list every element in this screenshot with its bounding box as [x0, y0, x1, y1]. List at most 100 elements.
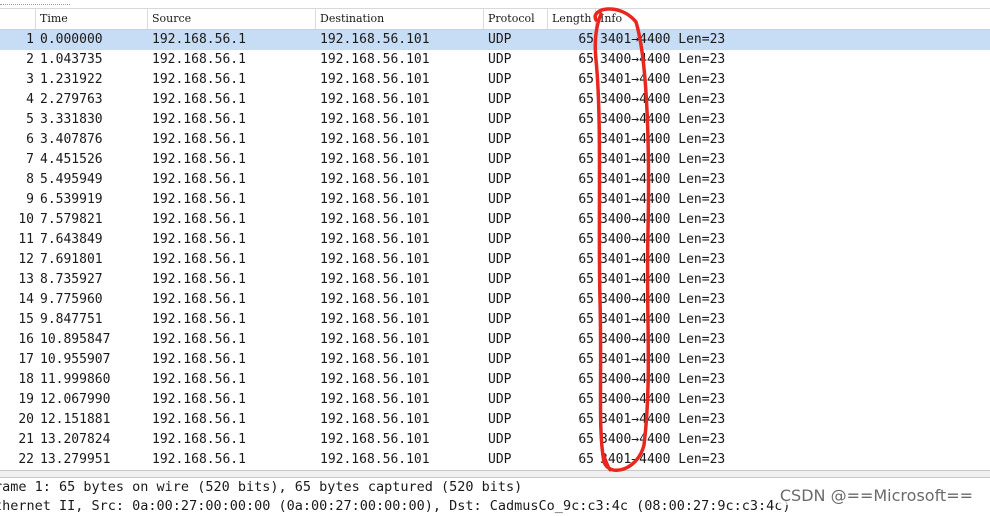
packet-length: 65 [578, 412, 594, 427]
packet-row[interactable]: 20 12.151881 192.168.56.1 192.168.56.101 UDP… [0, 410, 990, 430]
packet-row[interactable]: 15 9.847751 192.168.56.1 192.168.56.101 UDP 6… [0, 310, 990, 330]
packet-number: 3 [26, 72, 34, 87]
packet-number: 6 [26, 132, 34, 147]
column-header-info[interactable]: Info [596, 9, 990, 29]
packet-row[interactable]: 6 3.407876 192.168.56.1 192.168.56.101 UDP 65… [0, 130, 990, 150]
packet-info: 3401→4400 Len=23 [600, 172, 726, 187]
packet-number: 9 [26, 192, 34, 207]
packet-time: 7.691801 [40, 252, 103, 267]
packet-row[interactable]: 2 1.043735 192.168.56.1 192.168.56.101 UDP 65… [0, 50, 990, 70]
packet-length: 65 [578, 252, 594, 267]
packet-destination: 192.168.56.101 [320, 252, 430, 267]
packet-info: 3400→4400 Len=23 [600, 112, 726, 127]
packet-protocol: UDP [488, 72, 512, 87]
packet-protocol: UDP [488, 292, 512, 307]
packet-row[interactable]: 12 7.691801 192.168.56.1 192.168.56.101 UDP 6… [0, 250, 990, 270]
packet-row[interactable]: 8 5.495949 192.168.56.1 192.168.56.101 UDP 65… [0, 170, 990, 190]
packet-info: 3400→4400 Len=23 [600, 92, 726, 107]
packet-source: 192.168.56.1 [152, 72, 246, 87]
packet-number: 11 [18, 232, 34, 247]
packet-protocol: UDP [488, 52, 512, 67]
packet-info: 3400→4400 Len=23 [600, 432, 726, 447]
packet-source: 192.168.56.1 [152, 252, 246, 267]
packet-protocol: UDP [488, 252, 512, 267]
packet-length: 65 [578, 292, 594, 307]
packet-destination: 192.168.56.101 [320, 232, 430, 247]
packet-destination: 192.168.56.101 [320, 72, 430, 87]
packet-info: 3400→4400 Len=23 [600, 212, 726, 227]
packet-destination: 192.168.56.101 [320, 292, 430, 307]
packet-row[interactable]: 11 7.643849 192.168.56.1 192.168.56.101 UDP 6… [0, 230, 990, 250]
packet-row[interactable]: 1 0.000000 192.168.56.1 192.168.56.101 UDP 65… [0, 30, 990, 50]
packet-protocol: UDP [488, 112, 512, 127]
packet-row[interactable]: 7 4.451526 192.168.56.1 192.168.56.101 UDP 65… [0, 150, 990, 170]
packet-destination: 192.168.56.101 [320, 212, 430, 227]
packet-destination: 192.168.56.101 [320, 132, 430, 147]
packet-protocol: UDP [488, 432, 512, 447]
packet-number: 5 [26, 112, 34, 127]
packet-number: 10 [18, 212, 34, 227]
packet-info: 3401→4400 Len=23 [600, 252, 726, 267]
packet-row[interactable]: 21 13.207824 192.168.56.1 192.168.56.101 UDP… [0, 430, 990, 450]
packet-source: 192.168.56.1 [152, 432, 246, 447]
packet-row[interactable]: 10 7.579821 192.168.56.1 192.168.56.101 UDP 6… [0, 210, 990, 230]
packet-length: 65 [578, 372, 594, 387]
packet-source: 192.168.56.1 [152, 52, 246, 67]
packet-length: 65 [578, 172, 594, 187]
packet-source: 192.168.56.1 [152, 152, 246, 167]
packet-protocol: UDP [488, 412, 512, 427]
packet-info: 3401→4400 Len=23 [600, 32, 726, 47]
packet-protocol: UDP [488, 372, 512, 387]
packet-info: 3400→4400 Len=23 [600, 332, 726, 347]
packet-length: 65 [578, 92, 594, 107]
packet-destination: 192.168.56.101 [320, 352, 430, 367]
packet-destination: 192.168.56.101 [320, 192, 430, 207]
packet-source: 192.168.56.1 [152, 172, 246, 187]
packet-protocol: UDP [488, 132, 512, 147]
packet-row[interactable]: 22 13.279951 192.168.56.1 192.168.56.101 UDP… [0, 450, 990, 470]
packet-source: 192.168.56.1 [152, 392, 246, 407]
packet-time: 2.279763 [40, 92, 103, 107]
packet-row[interactable]: 4 2.279763 192.168.56.1 192.168.56.101 UDP 65… [0, 90, 990, 110]
packet-row[interactable]: 19 12.067990 192.168.56.1 192.168.56.101 UDP… [0, 390, 990, 410]
packet-source: 192.168.56.1 [152, 412, 246, 427]
column-header-protocol[interactable]: Protocol [484, 9, 548, 29]
packet-source: 192.168.56.1 [152, 92, 246, 107]
column-header-time[interactable]: Time [36, 9, 148, 29]
packet-time: 9.847751 [40, 312, 103, 327]
packet-source: 192.168.56.1 [152, 192, 246, 207]
column-header-destination[interactable]: Destination [316, 9, 484, 29]
packet-info: 3401→4400 Len=23 [600, 152, 726, 167]
packet-destination: 192.168.56.101 [320, 412, 430, 427]
packet-row[interactable]: 5 3.331830 192.168.56.1 192.168.56.101 UDP 65… [0, 110, 990, 130]
packet-number: 7 [26, 152, 34, 167]
packet-protocol: UDP [488, 192, 512, 207]
packet-row[interactable]: 16 10.895847 192.168.56.1 192.168.56.101 UDP… [0, 330, 990, 350]
packet-row[interactable]: 9 6.539919 192.168.56.1 192.168.56.101 UDP 65… [0, 190, 990, 210]
packet-row[interactable]: 14 9.775960 192.168.56.1 192.168.56.101 UDP 6… [0, 290, 990, 310]
packet-number: 19 [18, 392, 34, 407]
packet-source: 192.168.56.1 [152, 452, 246, 467]
packet-row[interactable]: 3 1.231922 192.168.56.1 192.168.56.101 UDP 65… [0, 70, 990, 90]
column-header-length[interactable]: Length [548, 9, 596, 29]
column-header-no[interactable] [0, 9, 36, 29]
packet-row[interactable]: 13 8.735927 192.168.56.1 192.168.56.101 UDP 6… [0, 270, 990, 290]
packet-number: 1 [26, 32, 34, 47]
packet-protocol: UDP [488, 332, 512, 347]
packet-destination: 192.168.56.101 [320, 52, 430, 67]
pane-splitter[interactable] [0, 470, 990, 478]
packet-destination: 192.168.56.101 [320, 332, 430, 347]
packet-number: 2 [26, 52, 34, 67]
column-header-source[interactable]: Source [148, 9, 316, 29]
packet-destination: 192.168.56.101 [320, 32, 430, 47]
packet-protocol: UDP [488, 392, 512, 407]
packet-length: 65 [578, 232, 594, 247]
packet-length: 65 [578, 272, 594, 287]
packet-row[interactable]: 18 11.999860 192.168.56.1 192.168.56.101 UDP… [0, 370, 990, 390]
packet-info: 3401→4400 Len=23 [600, 132, 726, 147]
packet-length: 65 [578, 312, 594, 327]
packet-protocol: UDP [488, 92, 512, 107]
packet-row[interactable]: 17 10.955907 192.168.56.1 192.168.56.101 UDP… [0, 350, 990, 370]
packet-length: 65 [578, 352, 594, 367]
packet-time: 4.451526 [40, 152, 103, 167]
